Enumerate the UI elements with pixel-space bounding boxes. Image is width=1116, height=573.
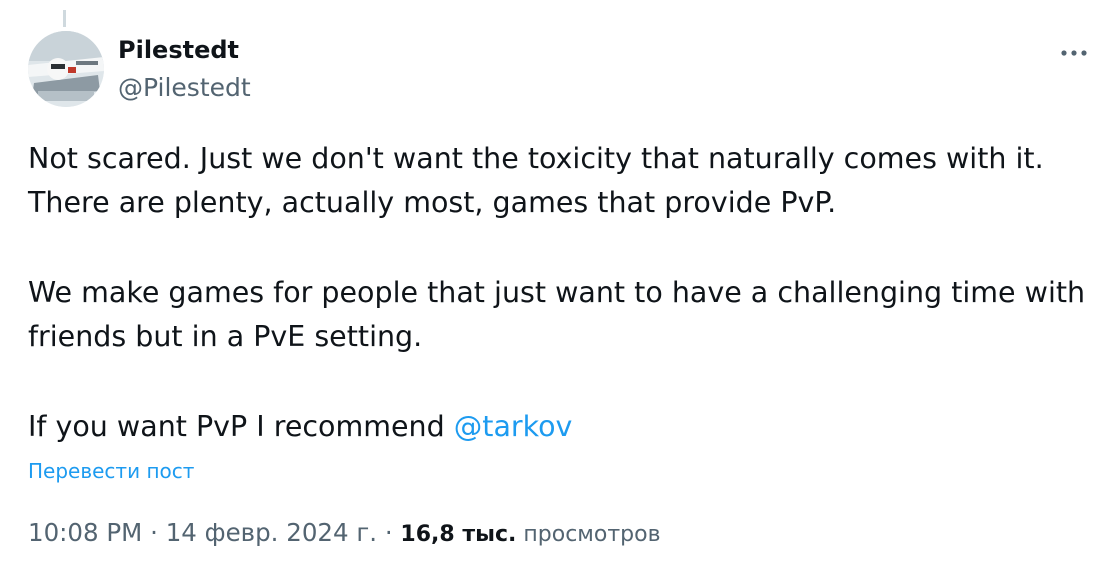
avatar[interactable] [28, 31, 104, 107]
translate-post-link[interactable]: Перевести пост [28, 459, 194, 483]
tweet-line: Not scared. Just we don't want the toxic… [28, 142, 1044, 175]
tweet-time[interactable]: 10:08 PM [28, 518, 142, 547]
tweet-metadata: 10:08 PM · 14 февр. 2024 г. · 16,8 тыс. … [28, 518, 661, 547]
views-label: просмотров [516, 522, 661, 547]
tweet-line: friends but in a PvE setting. [28, 320, 423, 353]
author-handle[interactable]: @Pilestedt [118, 73, 251, 102]
mention-link[interactable]: @tarkov [454, 410, 573, 443]
separator: · [142, 518, 166, 547]
views-count: 16,8 тыс. [400, 522, 517, 547]
tweet-line: We make games for people that just want … [28, 276, 1086, 309]
avatar-image [28, 31, 104, 107]
tweet-line-with-mention: If you want PvP I recommend @tarkov [28, 405, 1098, 449]
tweet-line: There are plenty, actually most, games t… [28, 186, 837, 219]
tweet-line-text: If you want PvP I recommend [28, 410, 454, 443]
tweet-text: Not scared. Just we don't want the toxic… [28, 137, 1098, 449]
separator: · [377, 518, 401, 547]
author-display-name[interactable]: Pilestedt [118, 36, 239, 64]
more-horizontal-icon [1061, 50, 1087, 56]
tweet-date[interactable]: 14 февр. 2024 г. [166, 518, 377, 547]
thread-connector-line [63, 10, 66, 27]
more-options-button[interactable] [1052, 36, 1096, 70]
